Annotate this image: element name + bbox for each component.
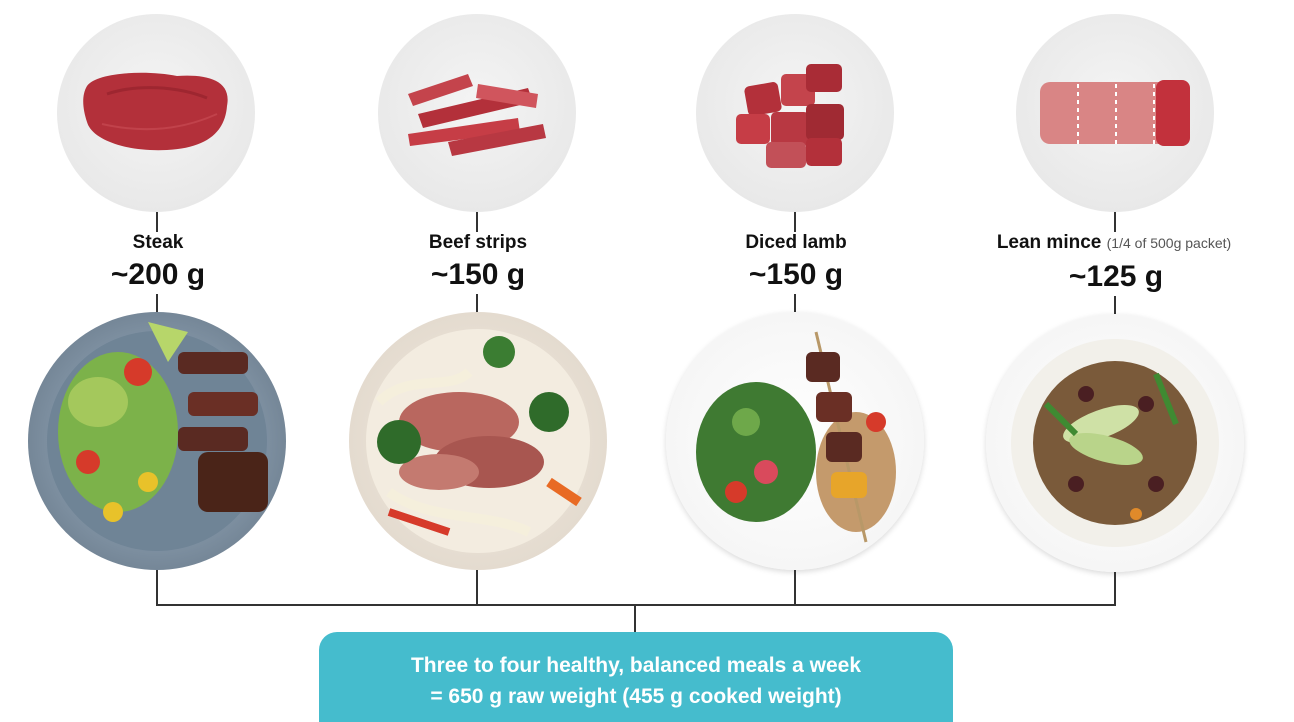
connector-line: [156, 294, 158, 314]
connector-line: [156, 570, 158, 606]
summary-line-2: = 650 g raw weight (455 g cooked weight): [430, 685, 842, 708]
steak-salad-plate: [28, 312, 286, 570]
raw-steak-circle: [57, 14, 255, 212]
raw-beef-strips-icon: [408, 74, 546, 156]
raw-steak-icon: [83, 72, 228, 151]
raw-lean-mince-circle: [1016, 14, 1214, 212]
item-label: Diced lamb: [745, 232, 847, 253]
summary-line-1: Three to four healthy, balanced meals a …: [410, 654, 862, 677]
item-amount: ~150 g: [748, 258, 844, 291]
connector-line: [476, 294, 478, 314]
connector-line: [1114, 296, 1116, 314]
beef-noodle-stirfry-plate: [349, 312, 607, 570]
item-amount: ~200 g: [110, 258, 206, 291]
lamb-skewer-salad-plate: [666, 312, 924, 570]
raw-beef-strips-circle: [378, 14, 576, 212]
raw-diced-lamb-icon: [736, 64, 844, 168]
item-label: Beef strips: [428, 232, 528, 253]
mince-rice-bowl-plate: [986, 314, 1244, 572]
item-amount: ~125 g: [1068, 260, 1164, 293]
raw-diced-lamb-circle: [696, 14, 894, 212]
item-note: (1/4 of 500g packet): [1106, 235, 1232, 251]
connector-line: [1114, 212, 1116, 232]
connector-line: [1114, 572, 1116, 606]
connector-line: [794, 570, 796, 606]
connector-line: [476, 570, 478, 606]
raw-lean-mince-icon: [1040, 80, 1190, 146]
item-label: Lean mince (1/4 of 500g packet): [996, 232, 1232, 253]
connector-line: [634, 604, 636, 632]
item-amount: ~150 g: [430, 258, 526, 291]
connector-line: [794, 212, 796, 232]
connector-line: [476, 212, 478, 232]
connector-line: [794, 294, 796, 314]
connector-bar: [156, 604, 1116, 606]
item-label: Steak: [132, 232, 184, 253]
connector-line: [156, 212, 158, 232]
